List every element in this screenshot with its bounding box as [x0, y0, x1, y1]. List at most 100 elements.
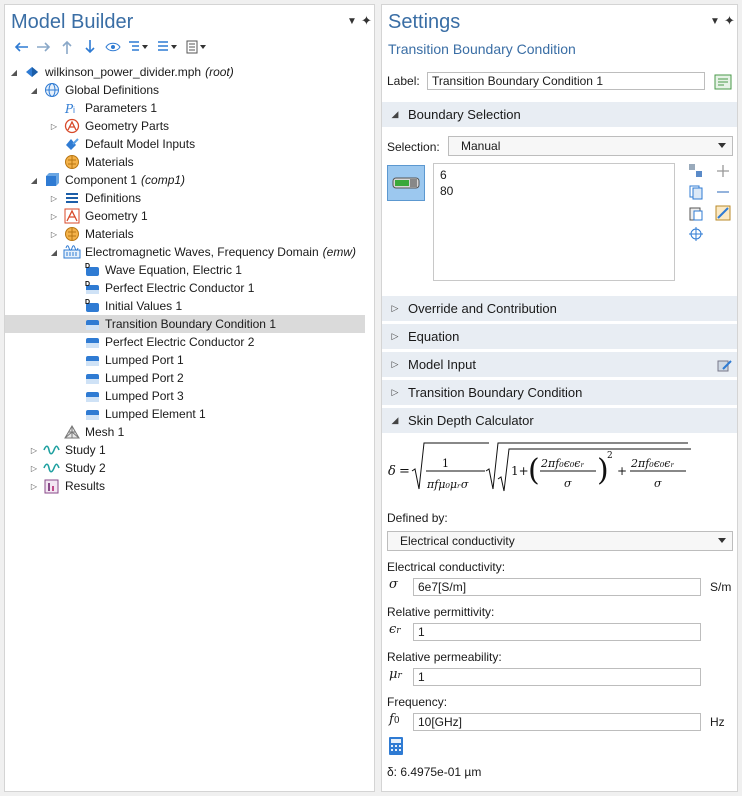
tree-node[interactable]: Lumped Port 3: [5, 387, 365, 405]
tree-node[interactable]: ◢ Global Definitions: [5, 81, 365, 99]
tree-node[interactable]: Lumped Port 1: [5, 351, 365, 369]
tree-node[interactable]: Default Model Inputs: [5, 135, 365, 153]
tree-node[interactable]: ▷ Study 1: [5, 441, 365, 459]
expand-node-icon[interactable]: ▷: [49, 207, 59, 225]
tree-node[interactable]: Lumped Port 2: [5, 369, 365, 387]
forward-arrow-icon[interactable]: [34, 37, 54, 57]
skin-depth-calculator-header[interactable]: ◢ Skin Depth Calculator: [382, 407, 737, 433]
domain-feature-icon: D: [83, 298, 101, 314]
tree-node[interactable]: ▷ Geometry 1: [5, 207, 365, 225]
tree-node[interactable]: Materials: [5, 153, 365, 171]
collapse-node-icon[interactable]: ◢: [9, 63, 19, 81]
equation-header[interactable]: ▷ Equation: [382, 323, 737, 349]
conductivity-input[interactable]: 6e7[S/m]: [413, 578, 701, 596]
tree-node-label: Wave Equation, Electric 1: [105, 263, 242, 277]
expand-icon: ▷: [391, 359, 399, 369]
collapse-tree-icon[interactable]: [155, 37, 181, 57]
tree-node[interactable]: Mesh 1: [5, 423, 365, 441]
copy-icon[interactable]: [687, 183, 705, 201]
tree-node[interactable]: ◢ Electromagnetic Waves, Frequency Domain…: [5, 243, 365, 261]
selection-list[interactable]: 6 80: [433, 163, 675, 281]
collapse-icon: ◢: [391, 109, 399, 119]
panel-menu-icon[interactable]: ▼: [347, 16, 357, 27]
boundary-feature-icon: [83, 316, 101, 332]
tree-node[interactable]: ▷ Results: [5, 477, 365, 495]
list-item[interactable]: 80: [440, 184, 668, 200]
definitions-icon: [63, 190, 81, 206]
pin-icon[interactable]: ✦: [724, 13, 735, 29]
label-input[interactable]: Transition Boundary Condition 1: [427, 72, 705, 90]
tree-node[interactable]: D Perfect Electric Conductor 1: [5, 279, 365, 297]
panel-menu-icon[interactable]: ▼: [710, 16, 720, 27]
view-options-icon[interactable]: [184, 37, 210, 57]
tree-node-tag: (root): [205, 65, 234, 79]
tree-node[interactable]: D Initial Values 1: [5, 297, 365, 315]
tree-node[interactable]: Transition Boundary Condition 1: [5, 315, 365, 333]
frequency-input[interactable]: 10[GHz]: [413, 713, 701, 731]
permeability-input[interactable]: 1: [413, 668, 701, 686]
expand-node-icon[interactable]: ▷: [29, 459, 39, 477]
tree-node-label: Initial Values 1: [105, 299, 183, 313]
chevron-down-icon: [718, 143, 726, 148]
edit-model-input-icon[interactable]: [716, 356, 734, 374]
add-to-selection-icon[interactable]: [687, 162, 705, 180]
defined-by-dropdown[interactable]: Electrical conductivity: [387, 531, 733, 551]
collapse-node-icon[interactable]: ◢: [49, 243, 59, 261]
pin-icon[interactable]: ✦: [361, 13, 372, 29]
tree-node[interactable]: Pi Parameters 1: [5, 99, 365, 117]
clear-selection-icon[interactable]: [714, 204, 732, 222]
plus-icon[interactable]: [714, 162, 732, 180]
show-eye-icon[interactable]: [103, 37, 123, 57]
tree-node[interactable]: D Wave Equation, Electric 1: [5, 261, 365, 279]
expand-node-icon[interactable]: ▷: [49, 117, 59, 135]
tree-node[interactable]: ▷ Materials: [5, 225, 365, 243]
calculate-button[interactable]: [386, 735, 406, 757]
boundary-feature-icon: [83, 406, 101, 422]
label-caption: Label:: [387, 74, 420, 88]
tree-node[interactable]: ◢ wilkinson_power_divider.mph (root): [5, 63, 365, 81]
zoom-to-selection-icon[interactable]: [687, 225, 705, 243]
tree-node[interactable]: ▷ Definitions: [5, 189, 365, 207]
permittivity-input[interactable]: 1: [413, 623, 701, 641]
epsilon-r-symbol: ϵr: [389, 622, 401, 637]
move-up-icon[interactable]: [57, 37, 77, 57]
list-item[interactable]: 6: [440, 168, 668, 184]
expand-node-icon[interactable]: ▷: [29, 477, 39, 495]
override-contribution-header[interactable]: ▷ Override and Contribution: [382, 295, 737, 321]
collapse-node-icon[interactable]: ◢: [29, 171, 39, 189]
paste-icon[interactable]: [687, 204, 705, 222]
transition-boundary-condition-header[interactable]: ▷ Transition Boundary Condition: [382, 379, 737, 405]
tree-node-label: Results: [65, 479, 106, 493]
default-boundary-icon: D: [83, 280, 101, 296]
model-inputs-icon: [63, 136, 81, 152]
minus-icon[interactable]: [714, 183, 732, 201]
model-input-header[interactable]: ▷ Model Input: [382, 351, 737, 377]
sigma-symbol: σ: [389, 577, 398, 592]
collapse-node-icon[interactable]: ◢: [29, 81, 39, 99]
boundary-selection-header[interactable]: ◢ Boundary Selection: [382, 101, 737, 127]
frequency-unit: Hz: [710, 715, 725, 729]
tree-node[interactable]: ▷ Study 2: [5, 459, 365, 477]
svg-text:2: 2: [607, 451, 613, 461]
tree-node[interactable]: ◢ Component 1 (comp1): [5, 171, 365, 189]
skin-depth-result: δ: 6.4975e-01 µm: [387, 765, 482, 779]
tree-node[interactable]: Perfect Electric Conductor 2: [5, 333, 365, 351]
svg-text:δ: δ: [388, 464, 396, 479]
selection-dropdown[interactable]: Manual: [448, 136, 733, 156]
active-selection-toggle[interactable]: [387, 165, 425, 201]
move-down-icon[interactable]: [80, 37, 100, 57]
expand-node-icon[interactable]: ▷: [29, 441, 39, 459]
expand-node-icon[interactable]: ▷: [49, 225, 59, 243]
svg-text:+: +: [617, 464, 627, 478]
tree-node[interactable]: Lumped Element 1: [5, 405, 365, 423]
back-arrow-icon[interactable]: [11, 37, 31, 57]
comment-icon[interactable]: [713, 72, 733, 92]
tree-node[interactable]: ▷ Geometry Parts: [5, 117, 365, 135]
expand-node-icon[interactable]: ▷: [49, 189, 59, 207]
expand-tree-icon[interactable]: [126, 37, 152, 57]
component-icon: [43, 172, 61, 188]
tree-node-label: Default Model Inputs: [85, 137, 196, 151]
mu-r-symbol: μr: [389, 667, 402, 682]
